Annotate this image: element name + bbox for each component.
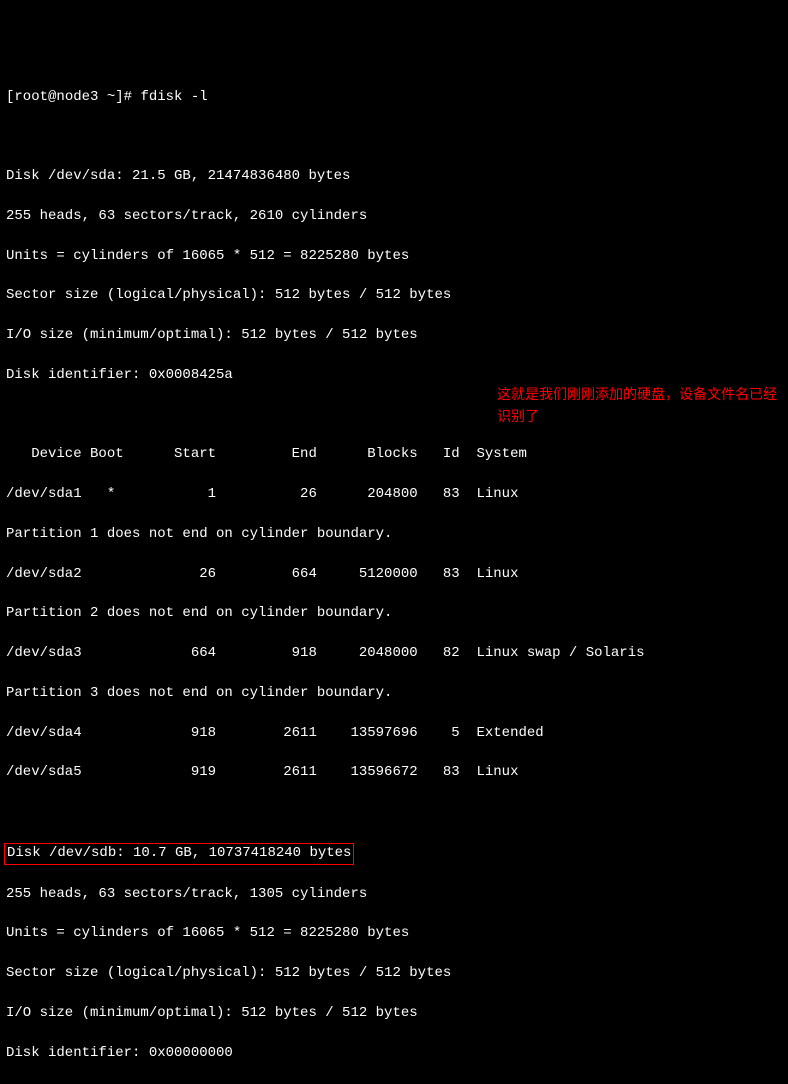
disk-b-header-line: Disk /dev/sdb: 10.7 GB, 10737418240 byte…	[6, 843, 782, 865]
highlight-box: Disk /dev/sdb: 10.7 GB, 10737418240 byte…	[4, 843, 354, 865]
disk-b-units: Units = cylinders of 16065 * 512 = 82252…	[6, 924, 782, 944]
disk-b-io: I/O size (minimum/optimal): 512 bytes / …	[6, 1004, 782, 1024]
disk-b-ident: Disk identifier: 0x00000000	[6, 1044, 782, 1064]
prompt-line-1: [root@node3 ~]# fdisk -l	[6, 88, 782, 108]
table-row-sda3: /dev/sda3 664 918 2048000 82 Linux swap …	[6, 644, 782, 664]
disk-a-header: Disk /dev/sda: 21.5 GB, 21474836480 byte…	[6, 167, 782, 187]
partition-warning-3: Partition 3 does not end on cylinder bou…	[6, 684, 782, 704]
table-header: Device Boot Start End Blocks Id System	[6, 445, 782, 465]
partition-warning-2: Partition 2 does not end on cylinder bou…	[6, 604, 782, 624]
disk-a-sector: Sector size (logical/physical): 512 byte…	[6, 286, 782, 306]
command-text: fdisk -l	[140, 89, 207, 105]
table-row-sda5: /dev/sda5 919 2611 13596672 83 Linux	[6, 763, 782, 783]
disk-b-header: Disk /dev/sdb: 10.7 GB, 10737418240 byte…	[7, 845, 351, 861]
disk-a-units: Units = cylinders of 16065 * 512 = 82252…	[6, 247, 782, 267]
table-row-sda1: /dev/sda1 * 1 26 204800 83 Linux	[6, 485, 782, 505]
table-row-sda2: /dev/sda2 26 664 5120000 83 Linux	[6, 565, 782, 585]
disk-b-geom: 255 heads, 63 sectors/track, 1305 cylind…	[6, 885, 782, 905]
prompt-path: ~	[98, 89, 115, 105]
disk-b-sector: Sector size (logical/physical): 512 byte…	[6, 964, 782, 984]
table-row-sda4: /dev/sda4 918 2611 13597696 5 Extended	[6, 724, 782, 744]
prompt-close: ]#	[115, 89, 132, 105]
annotation-text: 这就是我们刚刚添加的硬盘，设备文件名已经识别了	[497, 383, 787, 428]
disk-a-io: I/O size (minimum/optimal): 512 bytes / …	[6, 326, 782, 346]
disk-a-geom: 255 heads, 63 sectors/track, 2610 cylind…	[6, 207, 782, 227]
prompt-userhost: root@node3	[14, 89, 98, 105]
blank-line	[6, 803, 782, 823]
blank-line	[6, 1083, 782, 1084]
blank-line	[6, 127, 782, 147]
